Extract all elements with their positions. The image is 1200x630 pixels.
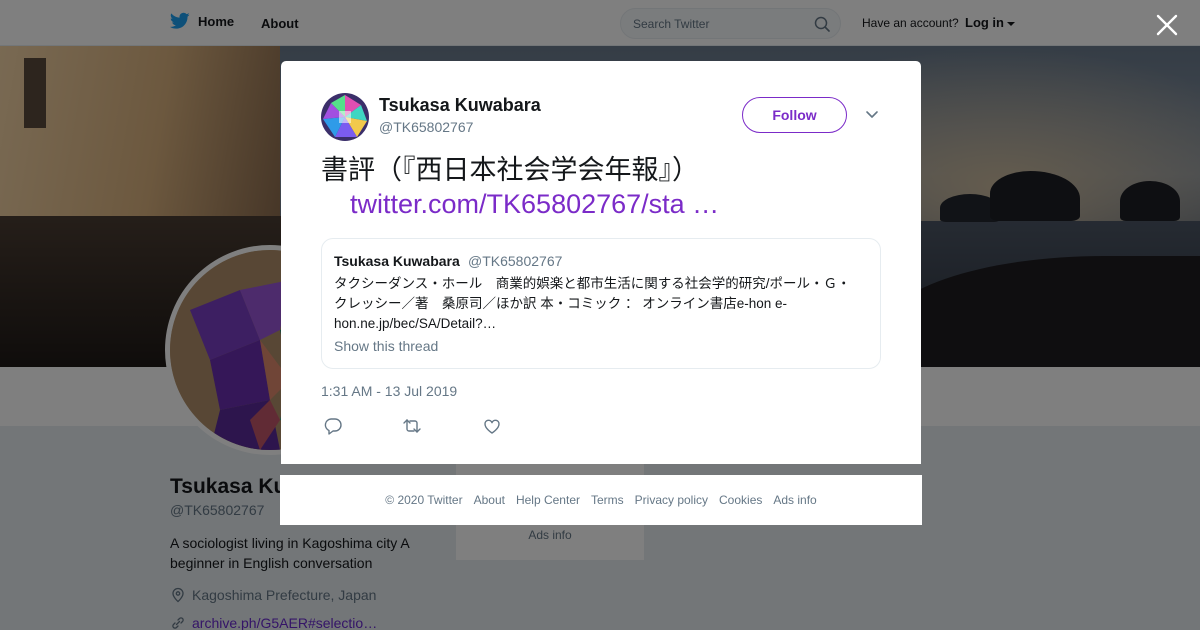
tweet-author-name[interactable]: Tsukasa Kuwabara (379, 95, 541, 116)
tweet-author-avatar[interactable] (321, 93, 369, 141)
chevron-down-icon[interactable] (865, 109, 879, 119)
tweet-timestamp[interactable]: 1:31 AM - 13 Jul 2019 (321, 383, 457, 399)
modal-footer: © 2020 Twitter About Help Center Terms P… (280, 475, 922, 525)
footer-privacy-link[interactable]: Privacy policy (635, 493, 708, 507)
tweet-modal: Tsukasa Kuwabara @TK65802767 Follow 書評（『… (281, 61, 921, 464)
footer-ads-info-link[interactable]: Ads info (773, 493, 816, 507)
like-icon[interactable] (481, 416, 503, 436)
tweet-author-handle[interactable]: @TK65802767 (379, 119, 473, 135)
retweet-icon[interactable] (401, 416, 423, 436)
tweet-link[interactable]: twitter.com/TK65802767/sta … (321, 187, 881, 221)
quoted-tweet[interactable]: Tsukasa Kuwabara @TK65802767 タクシーダンス・ホール… (321, 238, 881, 369)
footer-help-center-link[interactable]: Help Center (516, 493, 580, 507)
footer-about-link[interactable]: About (474, 493, 505, 507)
reply-icon[interactable] (322, 416, 344, 436)
quoted-tweet-author-handle: @TK65802767 (468, 253, 563, 269)
footer-copyright: © 2020 Twitter (385, 493, 463, 507)
tweet-text-body: 書評（『西日本社会学会年報』） (321, 155, 699, 185)
avatar-prism-pattern (321, 93, 369, 141)
close-icon[interactable] (1154, 12, 1180, 38)
show-thread-link[interactable]: Show this thread (334, 338, 438, 354)
footer-cookies-link[interactable]: Cookies (719, 493, 762, 507)
quoted-tweet-author-name: Tsukasa Kuwabara (334, 253, 460, 269)
follow-button[interactable]: Follow (742, 97, 847, 133)
footer-terms-link[interactable]: Terms (591, 493, 624, 507)
tweet-text: 書評（『西日本社会学会年報』） twitter.com/TK65802767/s… (321, 153, 881, 221)
quoted-tweet-text: タクシーダンス・ホール 商業的娯楽と都市生活に関する社会学的研究/ポール・Ｇ・ク… (334, 276, 851, 331)
